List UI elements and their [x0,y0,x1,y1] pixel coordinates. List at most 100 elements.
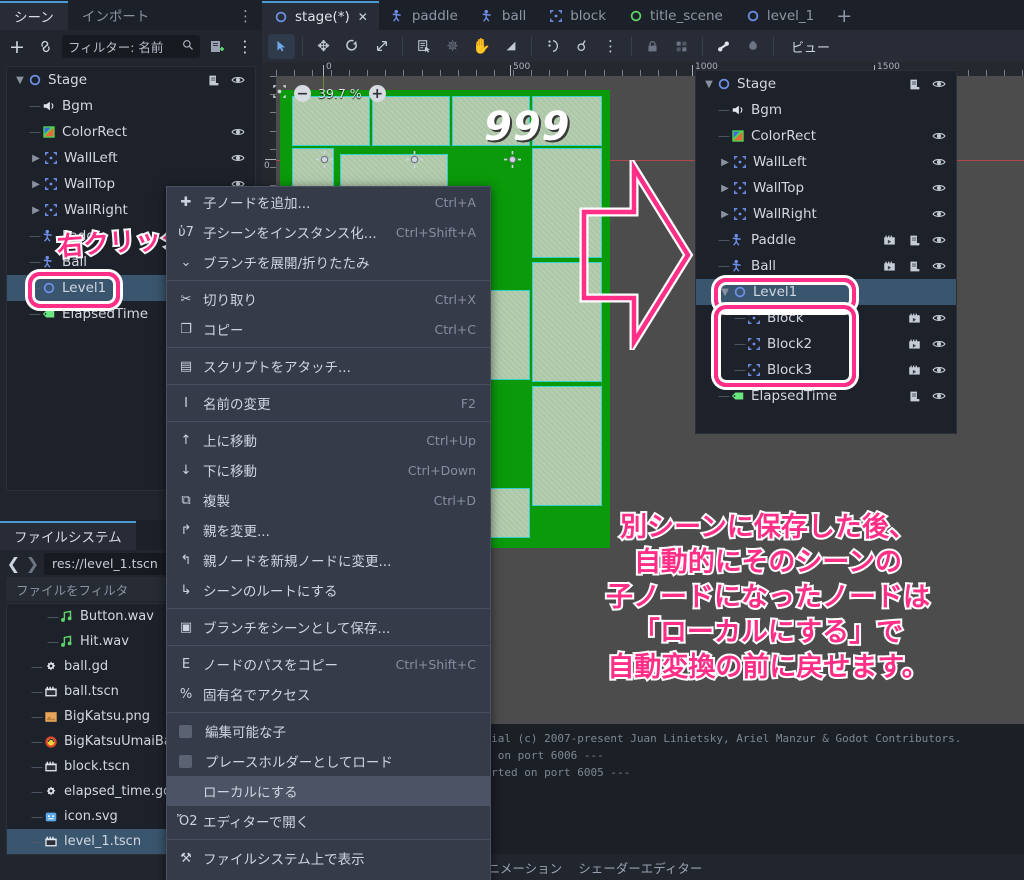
tree-node-walltop[interactable]: ▶ WallTop [696,175,956,201]
checkbox-icon[interactable] [179,725,192,738]
menu-item-expand-collapse-branch[interactable]: ⌄ ブランチを展開/折りたたみ [167,247,490,277]
list-select-tool-button[interactable] [410,34,437,59]
snap-tool-button[interactable] [539,34,566,59]
lock-tool-button[interactable] [639,34,666,59]
node-position-gizmo[interactable] [316,151,333,168]
visibility-eye-icon[interactable] [931,154,947,170]
grid-snap-tool-button[interactable]: ☌ [568,34,595,59]
chevron-right-icon[interactable]: ▶ [718,157,732,168]
chevron-right-icon[interactable]: ▶ [29,153,43,164]
brick-block[interactable] [292,96,370,146]
scale-tool-button[interactable] [368,34,395,59]
skeleton-tool-button[interactable] [710,34,737,59]
dock-tab-import[interactable]: インポート [68,1,164,30]
menu-item-copy[interactable]: ❐ コピー Ctrl+C [167,314,490,344]
plus-icon[interactable]: + [6,36,28,58]
tree-node-wallleft[interactable]: ▶ WallLeft [7,145,255,171]
menu-item-editable-children[interactable]: 編集可能な子 [167,716,490,746]
chevron-right-icon[interactable]: ▶ [718,209,732,220]
menu-item-cut[interactable]: ✂ 切り取り Ctrl+X [167,284,490,314]
tree-node-bgm[interactable]: — Bgm [696,97,956,123]
animation-badge-icon[interactable] [906,362,922,378]
scene-tab-title_scene[interactable]: title_scene [617,1,734,30]
zoom-out-button[interactable]: − [294,85,311,102]
menu-item-reparent-to-new-node[interactable]: ↰ 親ノードを新規ノードに変更... [167,545,490,575]
vertical-dots-icon[interactable]: ⋮ [234,36,256,58]
vertical-dots-icon[interactable]: ⋮ [229,1,262,30]
scene-tree-context-menu[interactable]: ✚ 子ノードを追加... Ctrl+A ὑ7 子シーンをインスタンス化... Ctrl+S… [166,186,491,880]
measure-tool-button[interactable] [497,34,524,59]
tree-node-wallright[interactable]: ▶ WallRight [696,201,956,227]
visibility-eye-icon[interactable] [931,206,947,222]
visibility-eye-icon[interactable] [230,72,246,88]
scene-tab-stage[interactable]: stage(*) ✕ [262,1,379,30]
menu-item-duplicate[interactable]: ⧉ 複製 Ctrl+D [167,485,490,515]
close-icon[interactable]: ✕ [358,10,368,24]
checkbox-icon[interactable] [179,755,192,768]
menu-item-add-child-node[interactable]: ✚ 子ノードを追加... Ctrl+A [167,187,490,217]
attach-script-icon[interactable] [206,36,228,58]
chevron-right-icon[interactable]: ❯ [25,553,40,575]
menu-item-rename[interactable]: I 名前の変更 F2 [167,388,490,418]
menu-item-show-in-filesystem[interactable]: ⚒ ファイルシステム上で表示 [167,843,490,873]
bottom-tab-シェーダーエディター[interactable]: シェーダーエディター [578,858,702,877]
node-position-gizmo[interactable] [504,151,521,168]
animation-badge-icon[interactable] [881,258,897,274]
script-badge-icon[interactable] [205,72,221,88]
visibility-eye-icon[interactable] [931,258,947,274]
chevron-right-icon[interactable]: ▶ [29,179,43,190]
visibility-eye-icon[interactable] [230,124,246,140]
menu-item-copy-node-path[interactable]: ὜E ノードのパスをコピー Ctrl+Shift+C [167,649,490,679]
tree-node-paddle[interactable]: — Paddle [696,227,956,253]
visibility-eye-icon[interactable] [230,150,246,166]
visibility-eye-icon[interactable] [931,180,947,196]
select-tool-button[interactable] [268,34,295,59]
rotate-tool-button[interactable] [339,34,366,59]
tree-node-stage[interactable]: ▼ Stage [696,71,956,97]
tree-node-colorrect[interactable]: — ColorRect [696,123,956,149]
visibility-eye-icon[interactable] [931,310,947,326]
menu-item-attach-script[interactable]: ▤ スクリプトをアタッチ... [167,351,490,381]
visibility-eye-icon[interactable] [931,232,947,248]
snap-options-button[interactable]: ⋮ [597,34,624,59]
tree-node-bgm[interactable]: — Bgm [7,93,255,119]
script-badge-icon[interactable] [906,258,922,274]
brick-block[interactable] [532,386,602,506]
animation-badge-icon[interactable] [906,310,922,326]
chevron-left-icon[interactable]: ❮ [6,553,21,575]
menu-item-load-as-placeholder[interactable]: プレースホルダーとしてロード [167,746,490,776]
menu-item-save-branch-as-scene[interactable]: ▣ ブランチをシーンとして保存... [167,612,490,642]
zoom-reset-icon[interactable] [272,84,287,103]
visibility-eye-icon[interactable] [931,336,947,352]
menu-item-move-up[interactable]: ↑ 上に移動 Ctrl+Up [167,425,490,455]
ik-tool-button[interactable] [739,34,766,59]
menu-item-move-down[interactable]: ↓ 下に移動 Ctrl+Down [167,455,490,485]
visibility-eye-icon[interactable] [931,128,947,144]
dock-tab-filesystem[interactable]: ファイルシステム [0,521,136,550]
group-tool-button[interactable] [668,34,695,59]
menu-item-instantiate-child-scene[interactable]: ὑ7 子シーンをインスタンス化... Ctrl+Shift+A [167,217,490,247]
menu-item-reparent[interactable]: ↱ 親を変更... [167,515,490,545]
scene-filter-input[interactable]: フィルター: 名前 [62,35,200,58]
pan-tool-button[interactable]: ✋ [468,34,495,59]
chevron-right-icon[interactable]: ▶ [718,183,732,194]
scene-tab-level_1[interactable]: level_1 [734,1,825,30]
zoom-in-button[interactable]: + [369,85,386,102]
tree-node-colorrect[interactable]: — ColorRect [7,119,255,145]
visibility-eye-icon[interactable] [931,362,947,378]
tree-node-ball[interactable]: — Ball [696,253,956,279]
brick-block[interactable] [372,96,450,146]
visibility-eye-icon[interactable] [931,76,947,92]
scene-tab-block[interactable]: block [537,1,617,30]
menu-item-make-local[interactable]: ローカルにする [167,776,490,806]
menu-item-open-documentation[interactable]: Ὅ6ドキュメントを開く [167,873,490,880]
move-tool-button[interactable]: ✥ [310,34,337,59]
menu-item-access-as-unique-name[interactable]: % 固有名でアクセス [167,679,490,709]
script-badge-icon[interactable] [906,232,922,248]
menu-item-make-scene-root[interactable]: ↳ シーンのルートにする [167,575,490,605]
menu-item-open-in-editor[interactable]: Ὄ2 エディターで開く [167,806,490,836]
scene-tab-paddle[interactable]: paddle [379,1,469,30]
chevron-right-icon[interactable]: ▶ [29,205,43,216]
dock-tab-scene[interactable]: シーン [0,1,68,30]
visibility-eye-icon[interactable] [931,388,947,404]
